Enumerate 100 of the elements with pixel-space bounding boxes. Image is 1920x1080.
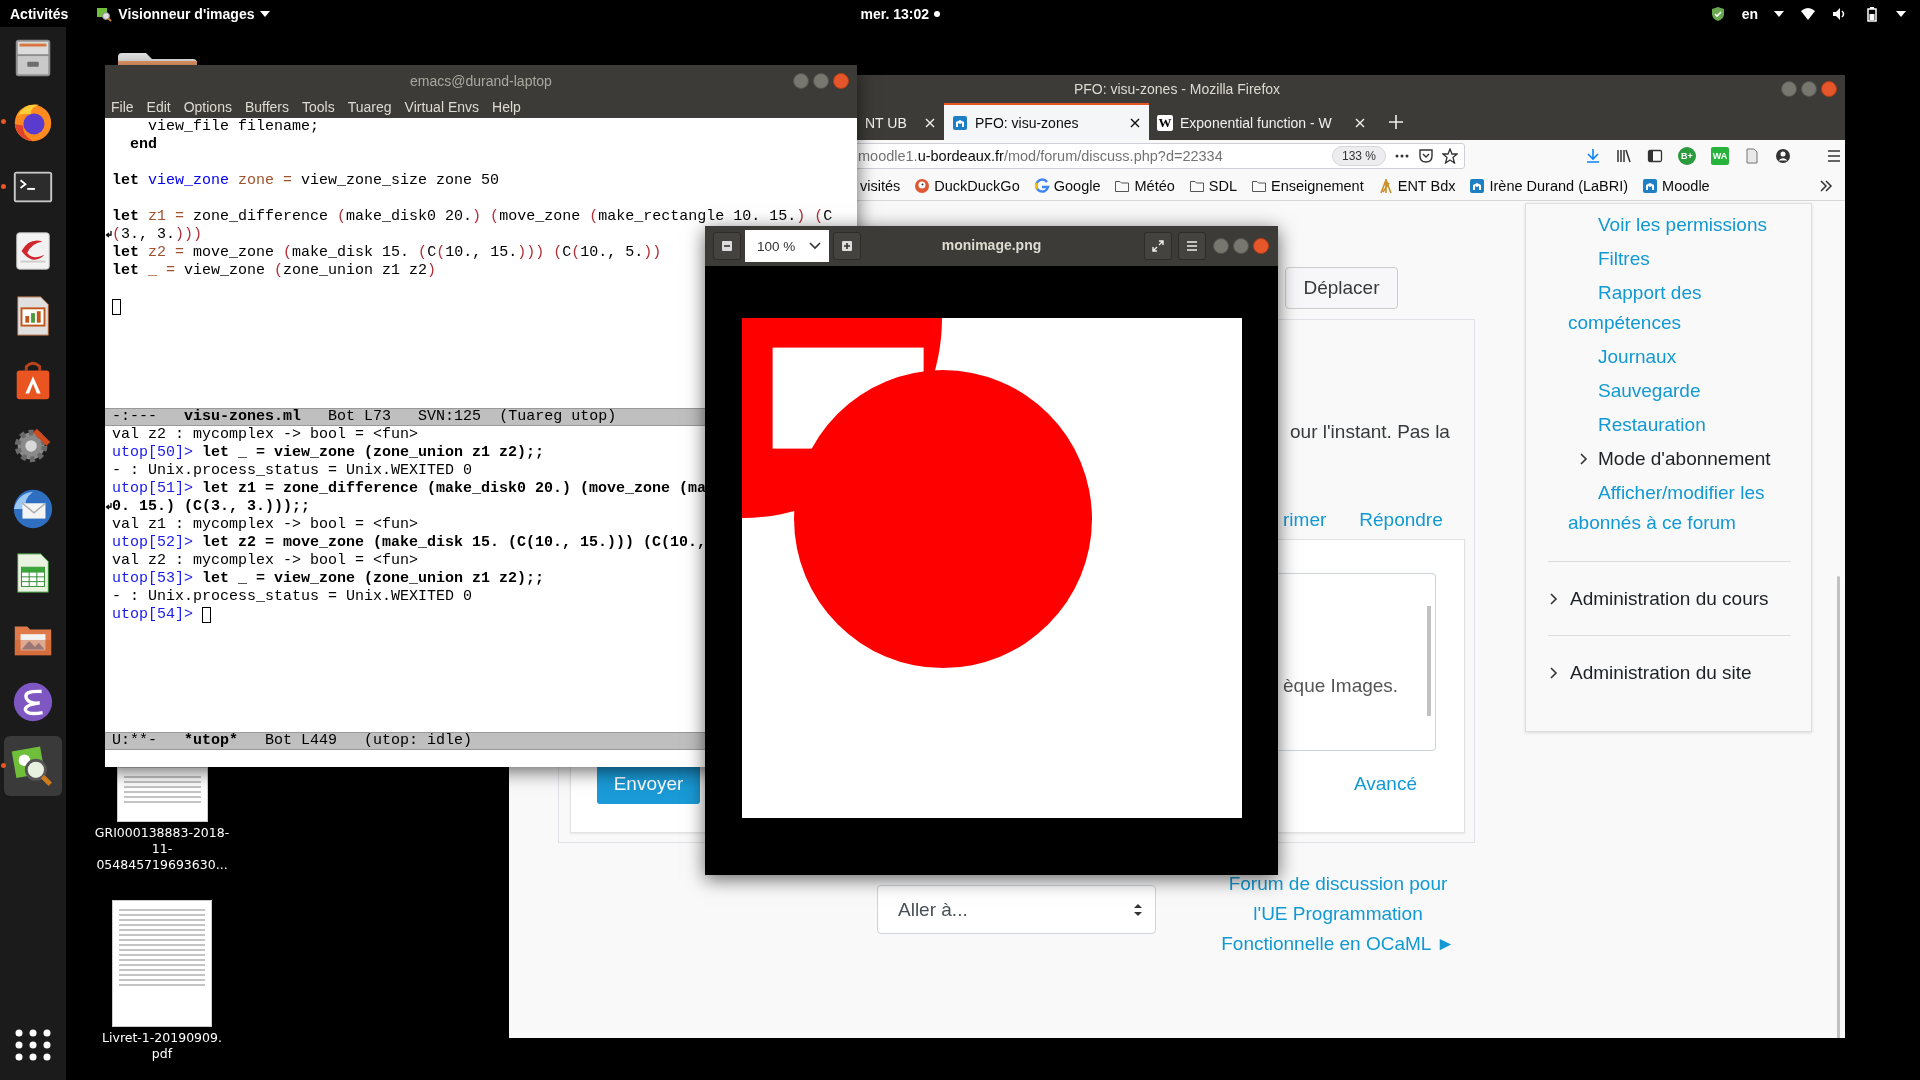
wrap-arrow-icon <box>105 502 112 512</box>
download-icon[interactable] <box>1585 148 1601 164</box>
folder-icon <box>1114 178 1131 194</box>
input-line: utop[51]> let z1 = zone_difference (make_disk0 20.) (move_zone (ma <box>112 480 707 498</box>
minimize-button[interactable] <box>793 72 809 89</box>
close-button[interactable] <box>1821 81 1837 97</box>
reply-field[interactable]: èque Images. <box>1279 573 1436 751</box>
file-label: Livret-1-20190909. pdf <box>102 1030 222 1062</box>
code-line: view_file filename; <box>147 118 320 136</box>
code-line: let _ = view_zone (zone_union z1 z2) <box>112 262 437 280</box>
chevron-shield-icon[interactable] <box>1418 148 1434 164</box>
plus-icon[interactable] <box>1388 113 1404 130</box>
document-thumbnail[interactable] <box>116 767 208 822</box>
output-line: - : Unix.process_status = Unix.WEXITED 0 <box>112 462 473 480</box>
bookmark[interactable]: SDL <box>1188 178 1237 194</box>
scrollbar[interactable] <box>1837 576 1840 1038</box>
output-line: val z1 : mycomplex -> bool = <fun> <box>112 516 419 534</box>
code-line: (3., 3.))) <box>112 226 203 244</box>
letter-icon: W <box>1157 114 1173 131</box>
sidebar-icon[interactable] <box>1647 148 1663 164</box>
minimize-button[interactable] <box>1781 81 1797 97</box>
battery-icon[interactable] <box>1864 5 1880 22</box>
admin-section[interactable]: Administration du cours <box>1570 587 1769 610</box>
app-menu[interactable]: Visionneur d'images <box>118 5 255 22</box>
close-icon[interactable] <box>1129 116 1141 129</box>
menu-item[interactable]: File <box>111 99 134 115</box>
admin-section[interactable]: Administration du site <box>1570 661 1752 684</box>
menu-item[interactable]: Edit <box>146 99 171 115</box>
text-cursor <box>202 607 212 623</box>
zoom-dropdown[interactable]: 100 % <box>745 230 829 262</box>
chevron-right-icon[interactable] <box>1548 665 1558 680</box>
output-line: - : Unix.process_status = Unix.WEXITED 0 <box>112 588 473 606</box>
move-button[interactable]: Déplacer <box>1285 267 1398 309</box>
prompt: utop[54]> <box>112 606 193 624</box>
plus-icon <box>841 240 853 252</box>
zoom-out-button[interactable] <box>713 232 741 260</box>
close-button[interactable] <box>833 72 849 89</box>
bookmark[interactable]: visités <box>860 178 901 194</box>
library-icon[interactable] <box>1616 148 1632 164</box>
maximize-button[interactable] <box>1233 238 1249 254</box>
menu-item[interactable]: Tools <box>302 99 335 115</box>
document-thumbnail[interactable] <box>112 900 212 1027</box>
menu-item[interactable]: Options <box>183 99 232 115</box>
app-grid-button[interactable] <box>13 1028 53 1062</box>
folder-icon <box>1251 178 1267 194</box>
bookmark[interactable]: ENT Bdx <box>1377 178 1456 194</box>
caret-icon <box>260 10 271 17</box>
page-icon[interactable] <box>1744 148 1760 164</box>
minus-icon <box>721 240 733 252</box>
jump-select[interactable]: Aller à... <box>877 885 1156 934</box>
menu-item[interactable]: Help <box>492 99 521 115</box>
hat-logo-icon <box>1642 178 1659 194</box>
text-cursor <box>112 299 121 315</box>
output-line: val z2 : mycomplex -> bool = <fun> <box>112 426 419 444</box>
wheat-icon <box>1377 178 1394 194</box>
zoom-badge[interactable]: 133 % <box>1331 146 1386 166</box>
browser-tab[interactable]: PFO: visu-zones <box>944 103 1149 140</box>
wifi-icon[interactable] <box>1800 5 1816 22</box>
double-chevron-icon[interactable] <box>1819 179 1833 193</box>
menu-item[interactable]: Buffers <box>244 99 290 115</box>
hat-logo-icon <box>952 114 968 131</box>
menu-item[interactable]: Virtual Envs <box>404 99 480 115</box>
maximize-button[interactable] <box>1801 81 1817 97</box>
ring-icon <box>1033 178 1050 194</box>
chevron-right-icon[interactable] <box>1578 452 1588 466</box>
extension-button[interactable]: B+ <box>1678 147 1696 165</box>
keyboard-layout[interactable]: en <box>1741 5 1758 22</box>
browser-tab[interactable]: NT UB <box>857 103 944 140</box>
folder-icon[interactable] <box>115 51 199 65</box>
admin-node[interactable]: Mode d'abonnement <box>1598 444 1771 474</box>
folder-icon <box>1188 178 1205 194</box>
maximize-button[interactable] <box>813 72 829 89</box>
window-title: monimage.png <box>941 237 1042 253</box>
shield-icon[interactable] <box>1709 5 1726 22</box>
account-icon[interactable] <box>1775 148 1791 164</box>
close-button[interactable] <box>1253 238 1269 254</box>
bookmark[interactable]: Moodle <box>1642 178 1710 194</box>
menu-item[interactable]: Tuareg <box>347 99 392 115</box>
star-icon[interactable] <box>1442 148 1458 164</box>
bookmark[interactable]: Enseignement <box>1251 178 1364 194</box>
minimize-button[interactable] <box>1213 238 1229 254</box>
bookmark[interactable]: Météo <box>1114 178 1175 194</box>
activities-button[interactable]: Activités <box>10 5 69 22</box>
browser-tab[interactable]: W Exponential function - W <box>1149 103 1374 140</box>
menu-button[interactable] <box>1178 232 1206 260</box>
chevron-right-icon[interactable] <box>1548 591 1558 606</box>
clock[interactable]: mer. 13:02 <box>860 5 929 22</box>
expand-icon <box>1152 240 1164 252</box>
address-bar[interactable]: moodle1.u-bordeaux.fr/mod/forum/discuss.php?d=22334 133 % <box>854 143 1465 169</box>
file-label: GRI000138883-2018- 11- 054845719693630... <box>94 825 230 873</box>
bookmark[interactable]: DuckDuckGo <box>914 178 1020 194</box>
duck-icon <box>914 178 931 194</box>
input-line: utop[50]> let _ = view_zone (zone_union z1 z2);; <box>112 444 545 462</box>
bookmark[interactable]: Google <box>1033 178 1101 194</box>
input-line: utop[53]> let _ = view_zone (zone_union z1 z2);; <box>112 570 545 588</box>
fullscreen-button[interactable] <box>1144 232 1172 260</box>
menu-icon[interactable] <box>1826 148 1842 164</box>
dock-launcher[interactable] <box>4 736 62 797</box>
zoom-in-button[interactable] <box>833 232 861 260</box>
bookmark[interactable]: Irène Durand (LaBRI) <box>1469 178 1629 194</box>
